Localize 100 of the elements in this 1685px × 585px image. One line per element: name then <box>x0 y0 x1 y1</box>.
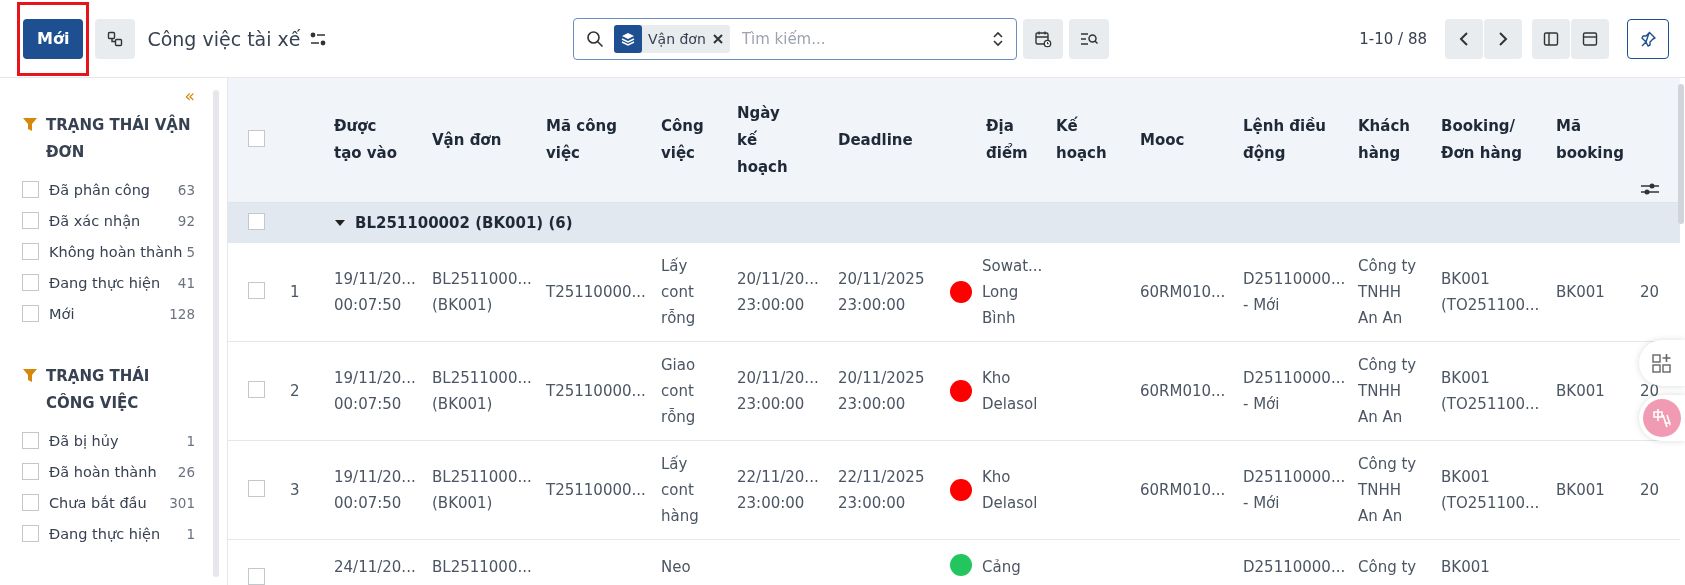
filter-option[interactable]: Không hoàn thành <box>49 240 187 263</box>
search-field[interactable]: Vận đơn Tìm kiếm... <box>573 17 1017 60</box>
close-icon[interactable] <box>711 32 724 45</box>
table-cell-text: Công ty TNHH An An <box>1358 256 1417 329</box>
checkbox[interactable] <box>22 274 39 291</box>
new-button[interactable]: Mới <box>23 18 84 59</box>
table-cell-text: 60RM010... <box>1140 381 1226 402</box>
row-number: 3 <box>290 481 300 499</box>
table-cell-text: BL2511000... (BK001) <box>432 467 532 514</box>
filter-option[interactable]: Đã bị hủy <box>49 429 187 452</box>
row-checkbox[interactable] <box>248 568 265 585</box>
checkbox[interactable] <box>22 463 39 480</box>
filter-option[interactable]: Mới <box>49 302 170 325</box>
table-cell-text: BK001 (TO251100... <box>1441 467 1540 514</box>
row-number: 2 <box>290 382 300 400</box>
column-header[interactable]: Vận đơn <box>432 126 502 154</box>
table-cell-text: BK001 <box>1556 381 1605 402</box>
column-header[interactable]: Mooc <box>1140 126 1185 154</box>
table-cell-text: Công ty TNHH An An <box>1358 454 1417 527</box>
filter-count: 92 <box>177 212 195 229</box>
group-checkbox[interactable] <box>248 212 265 230</box>
calendar-clock-icon <box>1034 29 1052 48</box>
search-icon <box>586 29 604 48</box>
table-cell-text: Lấy cont rỗng <box>661 256 696 329</box>
table-cell-text: 24/11/20... <box>334 557 416 578</box>
table-cell-text: D25110000... - Mới <box>1243 269 1346 316</box>
filter-count: 128 <box>169 305 195 322</box>
row-number: 1 <box>290 283 300 301</box>
rows-icon <box>1582 30 1598 47</box>
filter-option[interactable]: Đang thực hiện <box>49 271 178 294</box>
apps-plus-icon <box>1651 352 1673 374</box>
table-cell-text: Kho Delasol <box>982 368 1038 415</box>
column-header[interactable]: Địa điểm <box>986 113 1028 167</box>
page-title: Công việc tài xế <box>147 27 301 50</box>
filter-option[interactable]: Đã hoàn thành <box>49 460 178 483</box>
table-cell-text: 20 <box>1640 480 1660 501</box>
table-cell-text: 19/11/20... 00:07:50 <box>334 368 416 415</box>
table-cell-text: BL2511000... <box>432 557 532 578</box>
calendar-button[interactable] <box>1023 18 1063 59</box>
next-button[interactable] <box>1484 18 1522 59</box>
settings-icon[interactable] <box>309 30 328 47</box>
select-all-checkbox[interactable] <box>248 129 265 147</box>
table-cell-text: 20 <box>1640 282 1660 303</box>
row-checkbox[interactable] <box>248 479 265 497</box>
checkbox[interactable] <box>22 181 39 198</box>
table-cell-text: 60RM010... <box>1140 480 1226 501</box>
facet-label: Vận đơn <box>648 30 706 47</box>
column-header[interactable]: Deadline <box>838 126 913 154</box>
row-checkbox[interactable] <box>248 281 265 299</box>
filter-option[interactable]: Đã xác nhận <box>49 209 178 232</box>
sort-caret-icon[interactable] <box>992 29 1004 48</box>
pin-button[interactable] <box>1627 18 1669 59</box>
apps-add-button[interactable] <box>1639 340 1685 386</box>
previous-button[interactable] <box>1445 18 1483 59</box>
translate-button[interactable] <box>1639 395 1685 441</box>
table-cell-text: Kho Delasol <box>982 467 1038 514</box>
table-cell-text: 22/11/2025 23:00:00 <box>838 467 925 514</box>
checkbox[interactable] <box>22 525 39 542</box>
checkbox[interactable] <box>22 305 39 322</box>
filter-option[interactable]: Chưa bắt đầu <box>49 491 170 514</box>
columns-icon <box>1543 30 1559 47</box>
checkbox[interactable] <box>22 432 39 449</box>
caret-icon[interactable] <box>335 218 345 228</box>
filter-search-button[interactable] <box>1069 18 1109 59</box>
table-cell-text: BK001 (TO251100... <box>1441 368 1540 415</box>
chevron-left-icon <box>1458 30 1470 47</box>
filter-count: 1 <box>186 432 195 449</box>
filter-count: 301 <box>169 494 195 511</box>
table-cell-text: 20/11/2025 23:00:00 <box>838 368 925 415</box>
chevron-right-icon <box>1497 30 1509 47</box>
filter-count: 5 <box>186 243 195 260</box>
link-button[interactable] <box>95 18 136 59</box>
table-cell-text: 22/11/20... 23:00:00 <box>737 467 819 514</box>
table-cell-text: Neo <box>661 557 691 578</box>
filter-option[interactable]: Đã phân công <box>49 178 178 201</box>
table-cell-text: BL2511000... (BK001) <box>432 368 532 415</box>
row-checkbox[interactable] <box>248 380 265 398</box>
squares-icon <box>107 30 124 47</box>
row-view-button[interactable] <box>1571 18 1609 59</box>
table-cell-text: Lấy cont hàng <box>661 454 699 527</box>
table-cell-text: Cảng <box>982 557 1021 578</box>
table-cell-text: Giao cont rỗng <box>661 355 696 428</box>
table-cell-text: BK001 (TO251100... <box>1441 269 1540 316</box>
filter-icon <box>22 367 38 383</box>
table-cell-text: 19/11/20... 00:07:50 <box>334 467 416 514</box>
checkbox[interactable] <box>22 494 39 511</box>
table-cell-text: D25110000... - Mới <box>1243 467 1346 514</box>
column-view-button[interactable] <box>1532 18 1570 59</box>
filter-count: 63 <box>177 181 195 198</box>
search-facet[interactable]: Vận đơn <box>614 24 730 53</box>
table-cell-text: 60RM010... <box>1140 282 1226 303</box>
table-cell-text: BK001 <box>1441 557 1490 578</box>
filter-option[interactable]: Đang thực hiện <box>49 522 187 545</box>
filter-icon <box>22 116 38 132</box>
checkbox[interactable] <box>22 212 39 229</box>
pin-icon <box>1639 29 1657 48</box>
checkbox[interactable] <box>22 243 39 260</box>
table-cell-text: 19/11/20... 00:07:50 <box>334 269 416 316</box>
table-cell-text: T25110000... <box>546 282 646 303</box>
filter-group-title: TRẠNG THÁI CÔNG VIỆC <box>46 365 151 414</box>
